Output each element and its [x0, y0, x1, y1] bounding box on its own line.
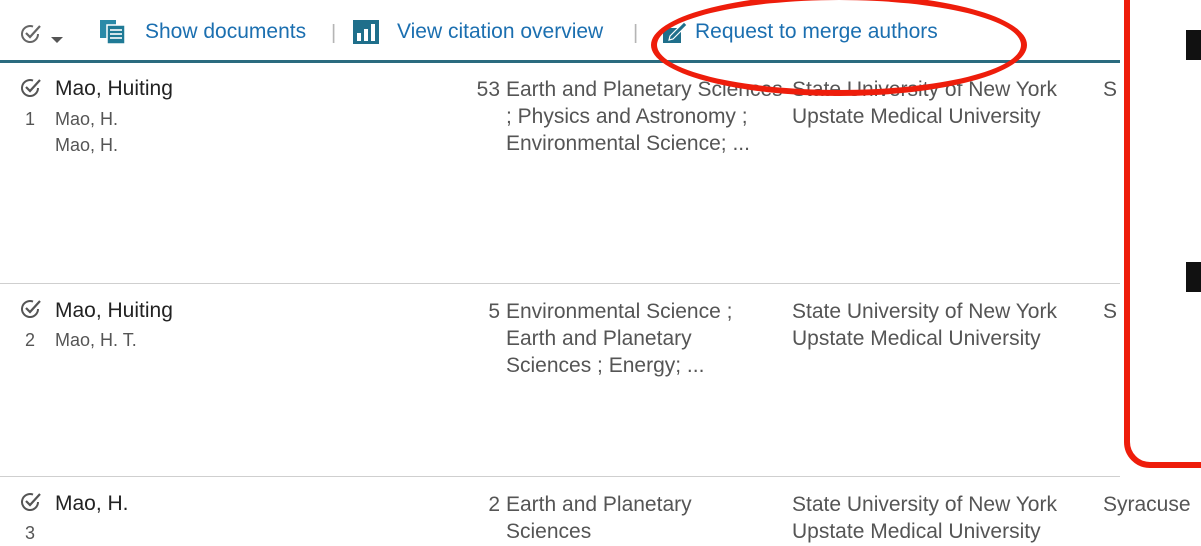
name-variant: Mao, H. — [55, 135, 119, 155]
result-rank: 1 — [25, 109, 36, 129]
select-all-check-icon[interactable] — [20, 23, 42, 50]
subject-areas: Environmental Science ; Earth and Planet… — [506, 300, 733, 377]
result-rank: 2 — [25, 330, 36, 350]
affiliation: State University of New York Upstate Med… — [792, 493, 1057, 543]
view-citation-overview-link[interactable]: View citation overview — [397, 19, 603, 45]
table-row: Mao, Huiting 2 Mao, H. T. 5 Environmenta… — [0, 284, 1201, 477]
annotation-rectangle — [1124, 0, 1201, 468]
result-rank: 3 — [25, 523, 36, 543]
subject-areas: Earth and Planetary Sciences — [506, 493, 692, 543]
author-name-link[interactable]: Mao, Huiting — [55, 76, 173, 102]
toolbar-separator: | — [331, 22, 337, 44]
toolbar-separator: | — [633, 22, 639, 44]
affiliation-city: Syracuse — [1103, 493, 1191, 516]
chevron-down-icon[interactable] — [50, 32, 64, 50]
annotation-mark — [1186, 30, 1201, 60]
affiliation-city: S — [1103, 300, 1118, 323]
citation-chart-icon[interactable] — [352, 19, 380, 50]
name-variant: Mao, H. T. — [55, 330, 137, 350]
table-row: Mao, Huiting 1 Mao, H. Mao, H. 53 Earth … — [0, 63, 1201, 284]
show-documents-link[interactable]: Show documents — [145, 19, 306, 45]
author-name-link[interactable]: Mao, Huiting — [55, 298, 173, 324]
documents-icon[interactable] — [99, 19, 127, 50]
affiliation: State University of New York Upstate Med… — [792, 300, 1057, 350]
document-count[interactable]: 53 — [452, 76, 500, 103]
row-checkbox-icon[interactable] — [20, 491, 42, 518]
affiliation-city: S — [1103, 78, 1118, 101]
document-count[interactable]: 5 — [452, 298, 500, 325]
name-variant: Mao, H. — [55, 109, 119, 129]
document-count[interactable]: 2 — [452, 491, 500, 518]
annotation-mark — [1186, 262, 1201, 292]
row-checkbox-icon[interactable] — [20, 298, 42, 325]
row-checkbox-icon[interactable] — [20, 77, 42, 104]
table-row: Mao, H. 3 2 Earth and Planetary Sciences… — [0, 477, 1201, 546]
author-name-link[interactable]: Mao, H. — [55, 491, 129, 517]
